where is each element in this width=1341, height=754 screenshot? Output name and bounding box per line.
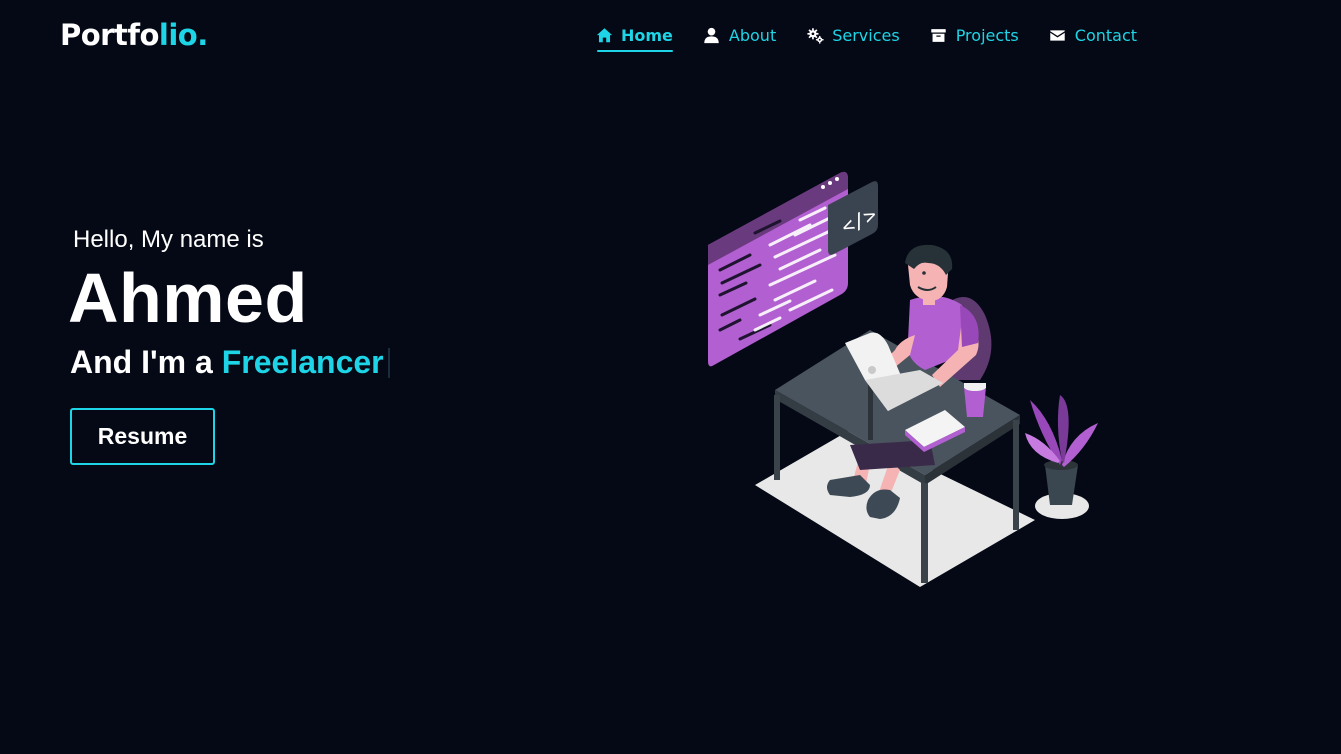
nav-item-projects[interactable]: Projects [930, 19, 1019, 51]
nav-item-label: About [728, 25, 777, 45]
nav-item-label: Home [621, 25, 673, 45]
developer-at-desk-illustration: </> [708, 171, 1098, 587]
hero-role: And I'm a Freelancer [70, 344, 390, 381]
logo-accent-text: lio. [158, 18, 208, 52]
nav-item-about[interactable]: About [703, 19, 776, 51]
nav-item-label: Contact [1074, 25, 1138, 45]
nav-item-services[interactable]: Services [806, 19, 900, 51]
nav-item-contact[interactable]: Contact [1049, 19, 1137, 51]
home-icon [595, 26, 613, 44]
portfolio-page: Portfolio. Home About Services Projects … [0, 0, 1341, 754]
main-nav: Home About Services Projects Contact [595, 19, 1137, 52]
nav-item-label: Projects [955, 25, 1019, 45]
typing-cursor [387, 347, 390, 378]
hero-role-prefix: And I'm a [70, 344, 213, 380]
logo[interactable]: Portfolio. [60, 18, 208, 52]
logo-main-text: Portfo [60, 18, 159, 52]
archive-icon [930, 26, 948, 44]
hero-name: Ahmed [68, 259, 308, 337]
hero-greeting: Hello, My name is [73, 226, 264, 253]
user-icon [703, 26, 721, 44]
nav-item-label: Services [832, 25, 900, 45]
gears-icon [806, 26, 824, 44]
resume-button[interactable]: Resume [70, 408, 215, 465]
nav-item-home[interactable]: Home [595, 19, 673, 52]
hero-role-typed: Freelancer [221, 344, 384, 380]
envelope-icon [1049, 26, 1067, 44]
